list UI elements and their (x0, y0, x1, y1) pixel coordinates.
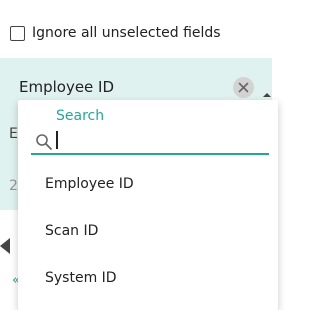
field-select-value: Employee ID (19, 78, 115, 96)
caret-up-icon[interactable] (262, 84, 272, 97)
search-label: Search (56, 108, 105, 124)
dropdown-option-scan-id[interactable]: Scan ID (45, 223, 98, 239)
search-underline (31, 153, 269, 155)
ignore-unselected-checkbox[interactable] (10, 25, 25, 41)
chevron-left-icon[interactable] (0, 238, 10, 254)
ignore-unselected-checkbox-row[interactable]: Ignore all unselected fields (10, 23, 221, 43)
search-input[interactable] (55, 130, 265, 152)
close-icon[interactable] (233, 77, 254, 98)
search-icon (36, 134, 52, 150)
dropdown-option-employee-id[interactable]: Employee ID (45, 176, 134, 192)
ignore-unselected-label: Ignore all unselected fields (32, 25, 221, 41)
field-dropdown-menu: Search Employee ID Scan ID System ID (18, 100, 278, 310)
dropdown-option-system-id[interactable]: System ID (45, 270, 117, 286)
text-cursor (56, 131, 58, 149)
field-select[interactable]: Employee ID (0, 58, 272, 102)
